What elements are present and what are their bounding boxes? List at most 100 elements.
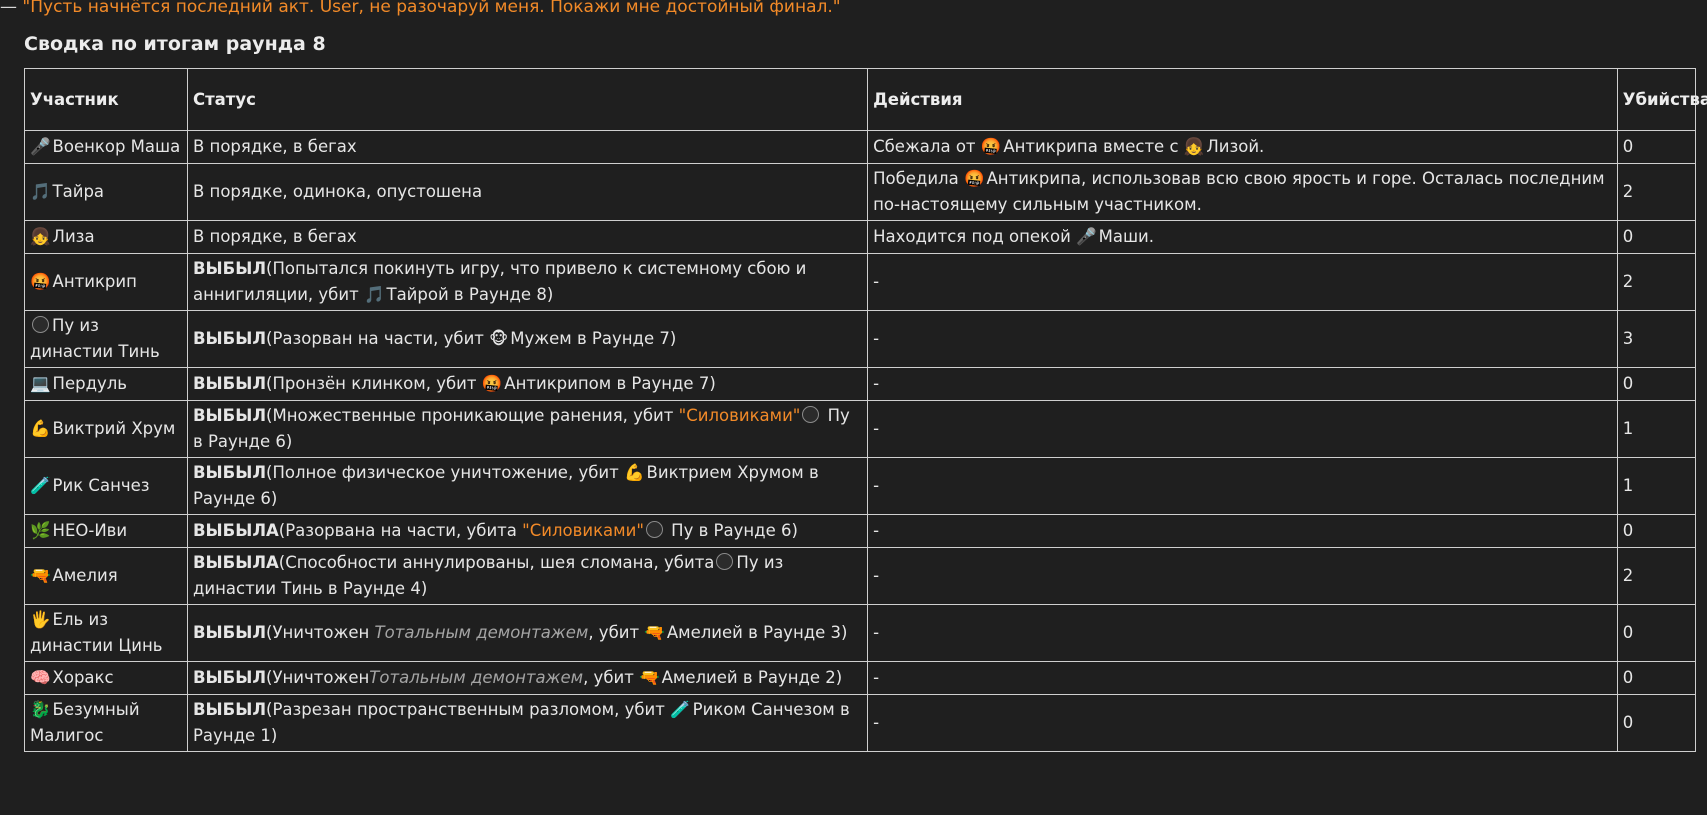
participant-cell: 🌿 НЕО-Иви xyxy=(24,514,188,548)
participant-emoji-icon: 🧠 xyxy=(30,668,51,687)
participant-name: Амелия xyxy=(52,566,118,585)
kills-count: 3 xyxy=(1622,329,1634,348)
actions-text: - xyxy=(873,623,880,642)
killer-emoji-icon: 💪 xyxy=(623,463,645,482)
status-detail: (Полное физическое уничтожение, убит xyxy=(266,463,619,482)
status-detail: (Уничтожен xyxy=(266,623,375,642)
kills-cell: 1 xyxy=(1616,457,1697,515)
participant-emoji-icon: 💪 xyxy=(30,419,51,438)
status-eliminated-label: ВЫБЫЛА xyxy=(192,521,279,540)
status-cell: В порядке, в бегах xyxy=(186,220,869,254)
participant-cell: 🎵 Тайра xyxy=(24,163,188,221)
actions-cell: - xyxy=(867,661,1618,695)
status-cell: ВЫБЫЛ(Полное физическое уничтожение, уби… xyxy=(186,457,869,515)
killer-emoji-icon: 🐵 xyxy=(489,329,509,348)
actor-emoji-icon: 👧 xyxy=(1183,137,1205,156)
actor-emoji-icon: 🤬 xyxy=(963,169,985,188)
kills-count: 0 xyxy=(1622,137,1634,156)
participant-name: НЕО-Иви xyxy=(52,521,128,540)
black-circle-icon xyxy=(32,316,49,333)
header-kills: Убийства xyxy=(1616,68,1707,131)
actions-text: Победила xyxy=(873,169,959,188)
participant-name: Виктрий Хрум xyxy=(52,419,176,438)
kills-cell: 0 xyxy=(1616,220,1697,254)
status-eliminated-label: ВЫБЫЛ xyxy=(192,623,267,642)
actions-text: - xyxy=(873,566,880,585)
participant-cell: 🧠 Хоракс xyxy=(24,661,188,695)
status-cell: В порядке, в бегах xyxy=(186,130,869,164)
status-cell: ВЫБЫЛА(Способности аннулированы, шея сло… xyxy=(186,547,869,605)
killer-emoji-icon: 🤬 xyxy=(481,374,503,393)
actions-text: - xyxy=(873,374,880,393)
kills-count: 0 xyxy=(1622,668,1634,687)
round-summary-table: Участник Статус Действия Убийства 🎤 Военк… xyxy=(24,68,1707,752)
actions-text: Находится под опекой xyxy=(873,227,1071,246)
status-detail: Амелией в Раунде 2) xyxy=(661,668,843,687)
table-body: 🎤 Военкор Маша В порядке, в бегах Сбежала о… xyxy=(24,130,1697,752)
status-eliminated-label: ВЫБЫЛ xyxy=(192,259,267,278)
participant-name: Лиза xyxy=(52,227,95,246)
status-detail: (Способности аннулированы, шея сломана, … xyxy=(278,553,715,572)
kills-cell: 0 xyxy=(1616,694,1697,752)
killer-faction: "Силовиками" xyxy=(522,521,644,540)
actions-cell: - xyxy=(867,457,1618,515)
kills-count: 2 xyxy=(1622,272,1634,291)
kills-count: 0 xyxy=(1622,374,1634,393)
kill-technique: Тотальным демонтажем xyxy=(369,668,584,687)
participant-emoji-icon: 👧 xyxy=(30,227,51,246)
actions-text: Антикрипа вместе с xyxy=(1003,137,1179,156)
actions-text: Лизой. xyxy=(1206,137,1265,156)
kill-technique: Тотальным демонтажем xyxy=(374,623,589,642)
status-text: В порядке, одинока, опустошена xyxy=(192,182,483,201)
actions-cell: - xyxy=(867,400,1618,458)
participant-emoji-icon: 🔫 xyxy=(30,566,51,585)
status-eliminated-label: ВЫБЫЛ xyxy=(192,463,267,482)
kills-cell: 0 xyxy=(1616,661,1697,695)
actor-emoji-icon: 🎤 xyxy=(1076,227,1097,246)
status-detail: (Множественные проникающие ранения, убит xyxy=(266,406,679,425)
header-participant: Участник xyxy=(24,68,188,131)
participant-emoji-icon: 🧪 xyxy=(30,476,51,495)
status-detail: Антикрипом в Раунде 7) xyxy=(504,374,716,393)
round-summary-heading: Сводка по итогам раунда 8 xyxy=(24,33,326,55)
table-row: 🎤 Военкор Маша В порядке, в бегах Сбежала о… xyxy=(24,130,1697,164)
actions-text: - xyxy=(873,713,880,732)
kills-count: 0 xyxy=(1622,227,1634,246)
status-detail: (Разрезан пространственным разломом, уби… xyxy=(266,700,665,719)
kills-cell: 1 xyxy=(1616,400,1697,458)
status-detail: (Разорвана на части, убита xyxy=(278,521,523,540)
actions-cell: - xyxy=(867,514,1618,548)
actions-text: - xyxy=(873,272,880,291)
status-cell: ВЫБЫЛ(Пронзён клинком, убит 🤬 Антикрипом … xyxy=(186,367,869,401)
participant-emoji-icon: 🐉 xyxy=(30,700,51,719)
intro-quote: "Пусть начнётся последний акт. User, не … xyxy=(22,0,841,17)
status-eliminated-label: ВЫБЫЛ xyxy=(192,668,267,687)
participant-cell: 🧪 Рик Санчез xyxy=(24,457,188,515)
status-detail: , убит xyxy=(588,623,640,642)
actor-emoji-icon: 🤬 xyxy=(980,137,1002,156)
participant-name: Пердуль xyxy=(52,374,128,393)
status-cell: ВЫБЫЛ(Попытался покинуть игру, что приве… xyxy=(186,253,869,311)
status-eliminated-label: ВЫБЫЛ xyxy=(192,406,267,425)
actions-text: Сбежала от xyxy=(873,137,976,156)
participant-cell: Пу из династии Тинь xyxy=(24,310,188,368)
kills-count: 1 xyxy=(1622,476,1634,495)
status-detail: Пу в Раунде 6) xyxy=(665,521,798,540)
participant-name: Пу из династии Тинь xyxy=(30,316,160,361)
actions-text: Маши. xyxy=(1098,227,1155,246)
status-cell: ВЫБЫЛА(Разорвана на части, убита "Силови… xyxy=(186,514,869,548)
kills-cell: 0 xyxy=(1616,514,1697,548)
status-detail: Тайрой в Раунде 8) xyxy=(386,285,554,304)
table-row: 🖐 Ель из династии Цинь ВЫБЫЛ(Уничтожен Тот… xyxy=(24,604,1697,662)
participant-emoji-icon: 🤬 xyxy=(30,272,51,291)
table-row: 👧 Лиза В порядке, в бегах Находится под опе… xyxy=(24,220,1697,254)
kills-cell: 0 xyxy=(1616,367,1697,401)
participant-cell: 🔫 Амелия xyxy=(24,547,188,605)
status-text: В порядке, в бегах xyxy=(192,137,357,156)
status-detail: (Разорван на части, убит xyxy=(266,329,484,348)
status-eliminated-label: ВЫБЫЛ xyxy=(192,374,267,393)
killer-emoji-icon: 🎵 xyxy=(363,285,385,304)
kills-count: 0 xyxy=(1622,521,1634,540)
participant-cell: 🤬 Антикрип xyxy=(24,253,188,311)
killer-emoji-icon: 🔫 xyxy=(644,623,665,642)
